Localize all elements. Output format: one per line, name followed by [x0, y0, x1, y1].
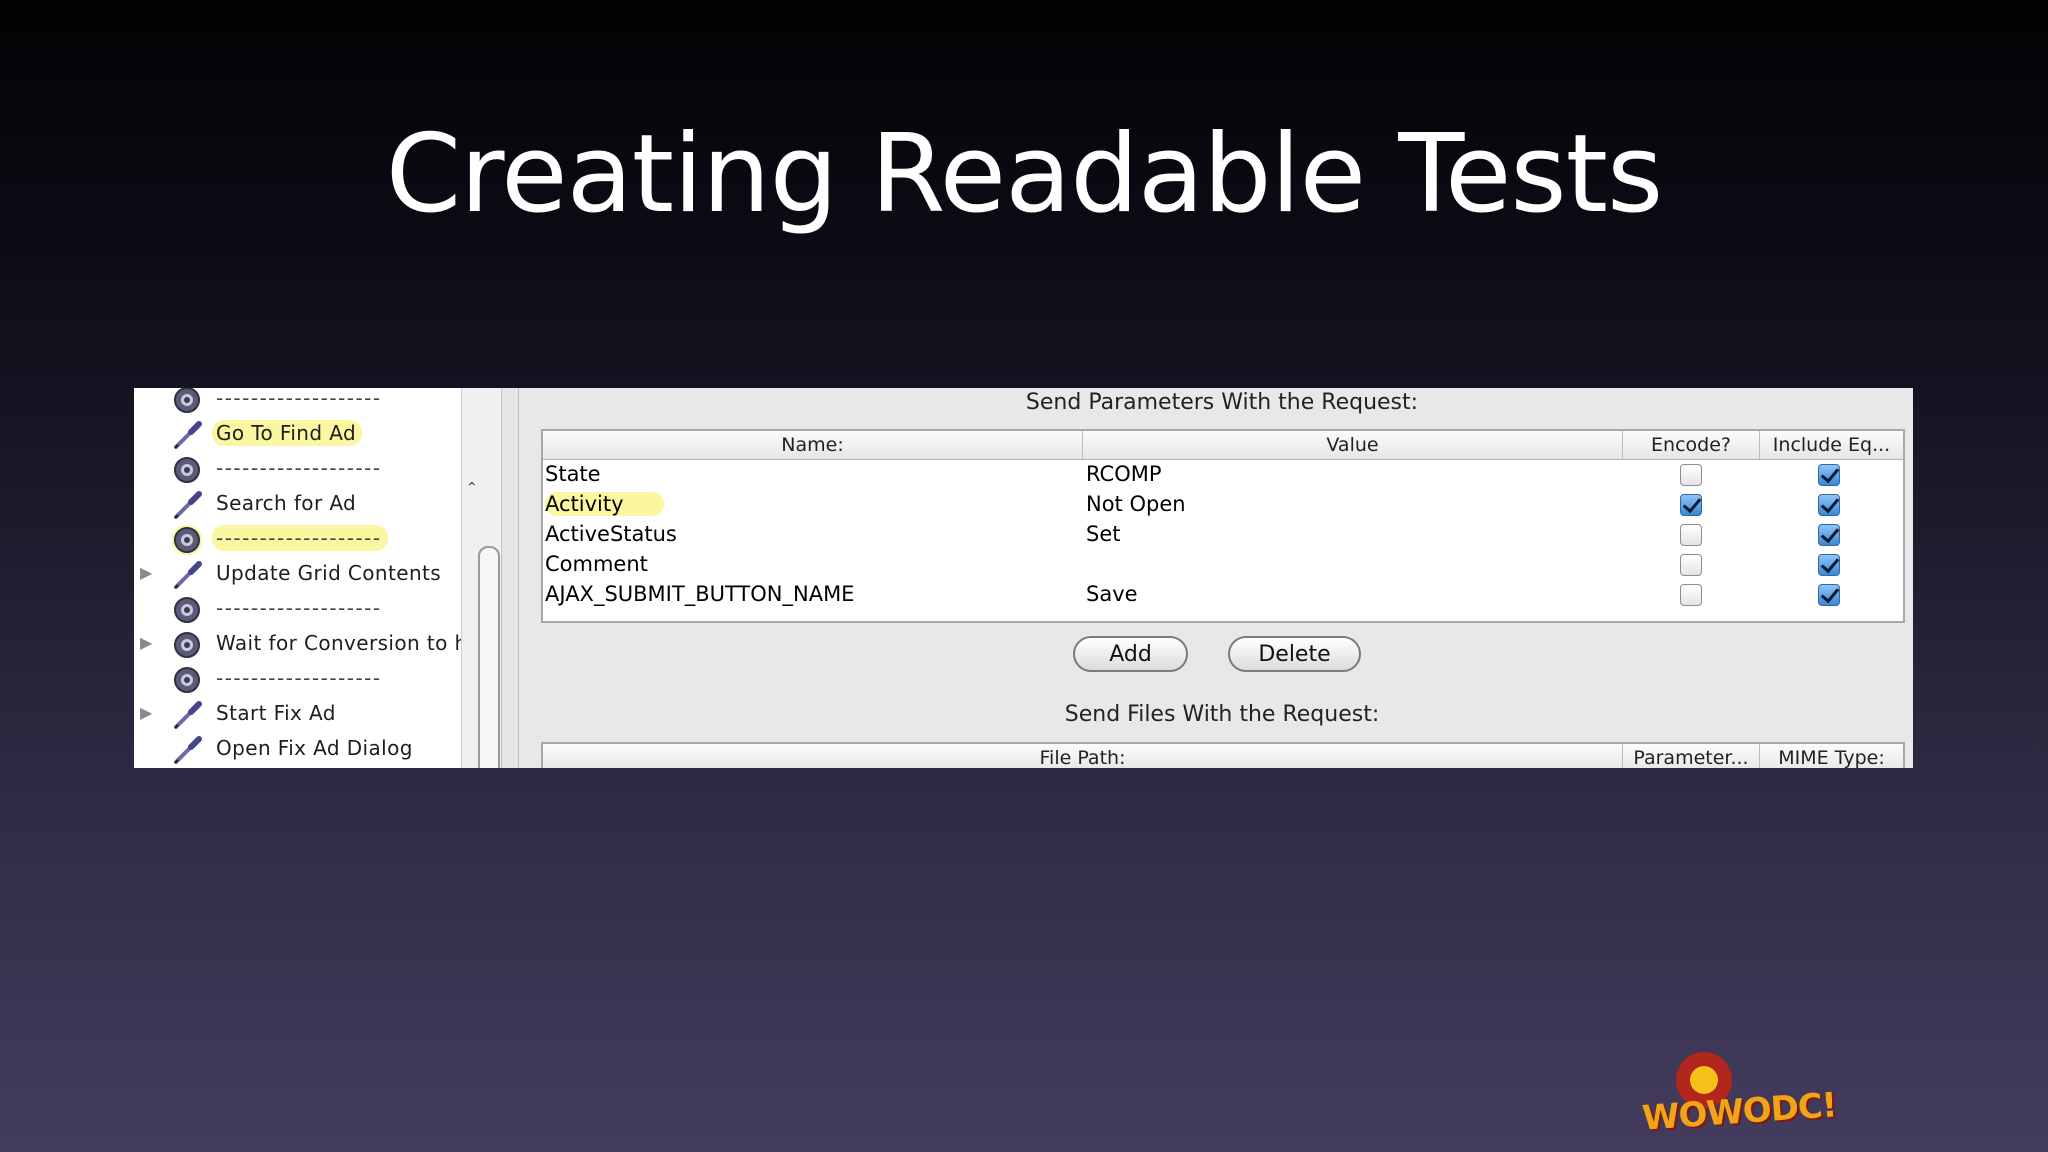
- slide-title: Creating Readable Tests: [385, 112, 1664, 237]
- dropper-icon: [172, 700, 202, 730]
- table-row[interactable]: AJAX_SUBMIT_BUTTON_NAME Save: [543, 581, 1903, 611]
- encode-checkbox[interactable]: [1680, 464, 1702, 486]
- tree-item[interactable]: -------------------: [134, 388, 461, 417]
- param-value-cell[interactable]: RCOMP: [1086, 462, 1162, 486]
- tree-item-label: Update Grid Contents: [216, 561, 442, 585]
- app-screenshot: ------------------- Go To Find Ad --------…: [134, 388, 1913, 768]
- include-equals-checkbox[interactable]: [1818, 464, 1840, 486]
- param-value-cell[interactable]: Set: [1086, 522, 1120, 546]
- split-pane-divider[interactable]: [501, 388, 519, 768]
- column-name[interactable]: Name:: [543, 431, 1083, 459]
- files-table: File Path: Parameter... MIME Type:: [541, 742, 1905, 768]
- gear-icon: [172, 595, 202, 625]
- tree-item[interactable]: ▶ Wait for Conversion to ha: [134, 627, 480, 662]
- tree-item-label: -------------------: [216, 596, 382, 620]
- tree-item[interactable]: -------------------: [134, 592, 461, 627]
- gear-icon: [172, 525, 202, 555]
- param-name-cell[interactable]: AJAX_SUBMIT_BUTTON_NAME: [545, 582, 854, 606]
- dropper-icon: [172, 490, 202, 520]
- column-value[interactable]: Value: [1083, 431, 1623, 459]
- tree-item-label: -------------------: [216, 666, 382, 690]
- column-encode[interactable]: Encode?: [1623, 431, 1760, 459]
- tree-item-label: Wait for Conversion to ha: [216, 631, 481, 655]
- dropper-icon: [172, 420, 202, 450]
- tree-item-label: Go To Find Ad: [212, 420, 363, 446]
- encode-checkbox[interactable]: [1680, 554, 1702, 576]
- tree-item-label: Open Fix Ad Dialog: [216, 736, 413, 760]
- dropper-icon: [172, 560, 202, 590]
- gear-icon: [172, 388, 202, 415]
- tree-item[interactable]: Search for Ad: [134, 487, 461, 522]
- column-parameter[interactable]: Parameter...: [1623, 744, 1760, 768]
- encode-checkbox[interactable]: [1680, 584, 1702, 606]
- include-equals-checkbox[interactable]: [1818, 554, 1840, 576]
- tree-item[interactable]: -------------------: [134, 662, 461, 697]
- files-section-title: Send Files With the Request:: [1064, 702, 1380, 727]
- request-panel: Send Parameters With the Request: Name: …: [531, 388, 1913, 768]
- param-name-cell[interactable]: State: [545, 462, 601, 486]
- expand-triangle-icon[interactable]: ▶: [140, 633, 152, 652]
- tree-item-label: Search for Ad: [216, 491, 357, 515]
- param-name-cell[interactable]: ActiveStatus: [545, 522, 677, 546]
- gear-icon: [172, 665, 202, 695]
- params-table: Name: Value Encode? Include Eq... State R…: [541, 429, 1905, 623]
- scroll-up-icon[interactable]: ⌃: [466, 480, 478, 496]
- expand-triangle-icon[interactable]: ▶: [140, 703, 152, 722]
- tree-item[interactable]: ▶ Start Fix Ad: [134, 697, 461, 732]
- tree-item[interactable]: -------------------: [134, 452, 461, 487]
- wowodc-logo: WOWODC!: [1638, 1050, 1838, 1140]
- tree-item-label: -------------------: [216, 388, 382, 410]
- add-button[interactable]: Add: [1073, 636, 1188, 672]
- params-section-title: Send Parameters With the Request:: [1025, 390, 1419, 415]
- expand-triangle-icon[interactable]: ▶: [140, 563, 152, 582]
- column-include-equals[interactable]: Include Eq...: [1760, 431, 1903, 459]
- include-equals-checkbox[interactable]: [1818, 584, 1840, 606]
- table-row[interactable]: Activity Not Open: [543, 491, 1903, 521]
- gear-icon: [172, 455, 202, 485]
- test-tree: ------------------- Go To Find Ad --------…: [134, 388, 480, 768]
- include-equals-checkbox[interactable]: [1818, 524, 1840, 546]
- param-value-cell[interactable]: Not Open: [1086, 492, 1186, 516]
- param-name-cell[interactable]: Comment: [545, 552, 648, 576]
- tree-item[interactable]: -------------------: [134, 522, 461, 557]
- tree-item[interactable]: Go To Find Ad: [134, 417, 461, 452]
- column-mime-type[interactable]: MIME Type:: [1760, 744, 1903, 768]
- table-row[interactable]: Comment: [543, 551, 1903, 581]
- params-table-header: Name: Value Encode? Include Eq...: [543, 431, 1903, 460]
- include-equals-checkbox[interactable]: [1818, 494, 1840, 516]
- param-name-cell[interactable]: Activity: [545, 492, 664, 516]
- table-row[interactable]: State RCOMP: [543, 461, 1903, 491]
- column-file-path[interactable]: File Path:: [543, 744, 1623, 768]
- tree-item-label: Start Fix Ad: [216, 701, 336, 725]
- param-value-cell[interactable]: Save: [1086, 582, 1138, 606]
- tree-scrollbar[interactable]: ⌃: [461, 388, 502, 768]
- scrollbar-thumb[interactable]: [478, 546, 500, 768]
- table-row[interactable]: ActiveStatus Set: [543, 521, 1903, 551]
- tree-item-label: -------------------: [212, 525, 388, 551]
- tree-item[interactable]: ▶ Update Grid Contents: [134, 557, 461, 592]
- tree-item[interactable]: Open Fix Ad Dialog: [134, 732, 461, 767]
- encode-checkbox[interactable]: [1680, 494, 1702, 516]
- gear-icon: [172, 630, 202, 660]
- encode-checkbox[interactable]: [1680, 524, 1702, 546]
- tree-item-label: -------------------: [216, 456, 382, 480]
- files-table-header: File Path: Parameter... MIME Type:: [543, 744, 1903, 768]
- delete-button[interactable]: Delete: [1228, 636, 1361, 672]
- dropper-icon: [172, 735, 202, 765]
